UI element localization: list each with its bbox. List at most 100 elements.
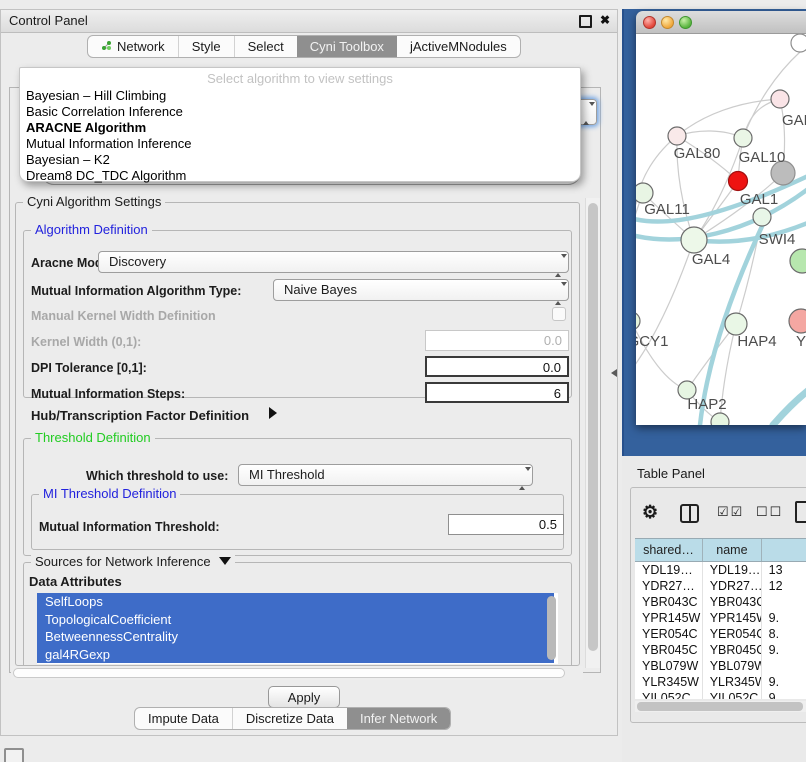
horizontal-scrollbar-track[interactable] [11, 666, 583, 680]
list-scrollbar-thumb[interactable] [547, 596, 556, 660]
node-gal10[interactable] [734, 129, 752, 147]
stepper-icon [519, 469, 526, 489]
control-panel-titlebar: Control Panel ✖ [1, 10, 617, 33]
gear-icon[interactable]: ⚙ [642, 502, 658, 523]
algorithm-option-bayesian-hill-climbing[interactable]: Bayesian – Hill Climbing [26, 88, 166, 104]
node-top-cut[interactable] [791, 34, 806, 52]
node-gal80[interactable] [668, 127, 686, 145]
table-row[interactable]: YBR043CYBR043C [635, 594, 806, 610]
select-all-checkboxes-icon[interactable]: ☑☑ [717, 504, 744, 520]
zoom-traffic-light[interactable] [679, 16, 692, 29]
node-gcy1[interactable] [636, 312, 640, 330]
expand-right-icon[interactable] [269, 407, 277, 419]
data-attributes-list[interactable]: SelfLoopsTopologicalCoefficientBetweenne… [37, 593, 558, 664]
table-cell: YER054C [635, 626, 703, 642]
mi-steps-value: 6 [554, 386, 561, 401]
close-traffic-light[interactable] [643, 16, 656, 29]
table-row[interactable]: YBL079WYBL079W [635, 658, 806, 674]
attribute-item-topologicalcoefficient[interactable]: TopologicalCoefficient [37, 611, 554, 629]
table-cell: YDR27… [635, 578, 703, 594]
table-cell: 9. [762, 674, 806, 690]
network-window-titlebar[interactable] [636, 11, 806, 34]
table-cell [762, 594, 806, 610]
vertical-scrollbar-thumb[interactable] [588, 203, 598, 651]
dpi-tolerance-field[interactable]: 0.0 [425, 356, 569, 377]
column-header-shared-[interactable]: shared… [635, 539, 703, 561]
apply-button[interactable]: Apply [268, 686, 340, 708]
table-row[interactable]: YDL19…YDL19…13 [635, 562, 806, 578]
node-salmon[interactable] [789, 309, 806, 333]
table-header-row[interactable]: shared…name [635, 538, 806, 562]
node-swi4[interactable] [753, 208, 771, 226]
network-icon [101, 39, 112, 54]
network-canvas[interactable]: GAL80GAL10GALGAL1GAL11SWI4GAL4GCY1HAP4YH… [636, 34, 806, 425]
column-header-name[interactable]: name [703, 539, 762, 561]
table-panel: ⚙ ☑☑ ☐☐ shared…name YDL19…YDL19…13YDR27…… [630, 487, 806, 723]
tab-select[interactable]: Select [234, 36, 297, 57]
network-edge[interactable] [636, 240, 694, 379]
mi-threshold-field[interactable]: 0.5 [448, 514, 564, 535]
vertical-scrollbar-track[interactable] [585, 198, 600, 668]
tab-jactivemnodules[interactable]: jActiveMNodules [397, 36, 520, 57]
which-threshold-combo[interactable]: MI Threshold [238, 464, 533, 486]
attribute-item-betweennesscentrality[interactable]: BetweennessCentrality [37, 628, 554, 646]
node-gal1-red[interactable] [729, 172, 748, 191]
tab-style[interactable]: Style [178, 36, 234, 57]
network-edge[interactable] [636, 321, 687, 390]
network-edge[interactable] [773, 389, 806, 425]
tab-infer-network[interactable]: Infer Network [347, 708, 450, 729]
group-title: Algorithm Definition [31, 222, 152, 237]
manual-kernel-checkbox[interactable] [552, 307, 566, 321]
columns-icon[interactable] [680, 504, 699, 523]
new-table-icon[interactable] [795, 501, 806, 523]
mi-algorithm-type-combo[interactable]: Naive Bayes [273, 279, 569, 301]
table-hscrollbar-track[interactable] [635, 701, 806, 712]
floating-grip-icon[interactable] [4, 748, 24, 762]
network-edge[interactable] [677, 131, 743, 138]
network-graph[interactable]: GAL80GAL10GALGAL1GAL11SWI4GAL4GCY1HAP4YH… [636, 34, 806, 425]
attribute-item-gal4rgexp[interactable]: gal4RGexp [37, 646, 554, 664]
tab-cyni-toolbox[interactable]: Cyni Toolbox [297, 36, 397, 57]
stepper-icon [583, 104, 590, 124]
column-header-extra[interactable] [762, 539, 806, 561]
table-hscrollbar-thumb[interactable] [637, 702, 803, 711]
table-row[interactable]: YIL052CYIL052C9 [635, 690, 806, 699]
tab-discretize-data[interactable]: Discretize Data [232, 708, 347, 729]
table-row[interactable]: YBR045CYBR045C9. [635, 642, 806, 658]
algorithm-option-aracne-algorithm[interactable]: ARACNE Algorithm [26, 120, 146, 136]
clear-checkboxes-icon[interactable]: ☐☐ [756, 504, 783, 520]
attribute-item-selfloops[interactable]: SelfLoops [37, 593, 554, 611]
horizontal-scrollbar-thumb[interactable] [13, 668, 565, 678]
close-icon[interactable]: ✖ [600, 13, 610, 27]
tab-impute-data[interactable]: Impute Data [135, 708, 232, 729]
algorithm-option-mutual-information-inference[interactable]: Mutual Information Inference [26, 136, 191, 152]
collapse-down-icon[interactable] [219, 557, 231, 565]
table-body[interactable]: YDL19…YDL19…13YDR27…YDR27…12YBR043CYBR04… [635, 562, 806, 699]
node-gal-topright[interactable] [771, 90, 789, 108]
table-row[interactable]: YDR27…YDR27…12 [635, 578, 806, 594]
table-cell: YBR043C [635, 594, 703, 610]
node-hap4[interactable] [725, 313, 747, 335]
stepper-icon [555, 256, 562, 276]
kernel-width-field[interactable]: 0.0 [425, 330, 569, 351]
minimize-traffic-light[interactable] [661, 16, 674, 29]
table-panel-title: Table Panel [637, 466, 705, 481]
tab-label: Discretize Data [246, 711, 334, 726]
panel-splitter-arrow-icon[interactable] [611, 369, 617, 377]
hub-section-label[interactable]: Hub/Transcription Factor Definition [31, 408, 249, 423]
node-bottom-cut[interactable] [711, 413, 729, 425]
node-label-gcy1: GCY1 [636, 333, 668, 350]
aracne-mode-combo[interactable]: Discovery [98, 251, 569, 273]
algorithm-option-bayesian-k2[interactable]: Bayesian – K2 [26, 152, 110, 168]
algorithm-option-basic-correlation-inference[interactable]: Basic Correlation Inference [26, 104, 183, 120]
node-gal4[interactable] [681, 227, 707, 253]
tab-network[interactable]: Network [88, 36, 178, 57]
table-row[interactable]: YER054CYER054C8. [635, 626, 806, 642]
node-gal11[interactable] [636, 183, 653, 203]
algorithm-option-dream8-dc-tdc-algorithm[interactable]: Dream8 DC_TDC Algorithm [26, 168, 186, 184]
node-right-green[interactable] [790, 249, 806, 273]
table-row[interactable]: YPR145WYPR145W9. [635, 610, 806, 626]
float-window-icon[interactable] [579, 15, 592, 28]
mi-steps-field[interactable]: 6 [425, 382, 569, 403]
table-row[interactable]: YLR345WYLR345W9. [635, 674, 806, 690]
